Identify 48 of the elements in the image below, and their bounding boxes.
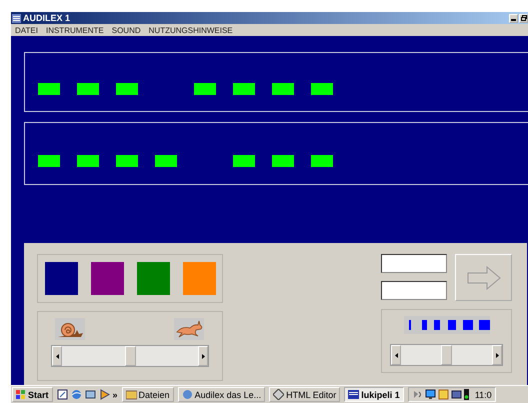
color-swatch[interactable] xyxy=(45,262,78,295)
taskbar-button[interactable]: lukipeli 1 xyxy=(344,387,404,402)
menu-item[interactable]: INSTRUMENTE xyxy=(46,26,104,34)
app-menu-icon[interactable] xyxy=(12,14,21,22)
scroll-left-button[interactable] xyxy=(52,346,62,366)
slider-thumb[interactable] xyxy=(441,345,452,365)
right-arrow-icon xyxy=(466,266,500,290)
answer-field[interactable] xyxy=(381,281,447,300)
color-swatch[interactable] xyxy=(183,262,216,295)
color-swatch[interactable] xyxy=(137,262,170,295)
more-button[interactable]: » xyxy=(112,390,118,400)
minimize-button[interactable] xyxy=(509,14,518,22)
menu-item[interactable]: NUTZUNGSHINWEISE xyxy=(148,26,233,34)
app-icon xyxy=(182,389,193,400)
speaker-icon[interactable] xyxy=(412,389,423,400)
color-swatch[interactable] xyxy=(91,262,124,295)
left-arrow-icon xyxy=(394,352,398,358)
browser-icon[interactable] xyxy=(70,389,82,400)
speed-slider[interactable] xyxy=(51,345,209,367)
answer-field[interactable] xyxy=(381,254,447,273)
app-icon xyxy=(273,389,284,400)
windows-logo-icon xyxy=(16,390,26,400)
taskbar-button[interactable]: Audilex das Le... xyxy=(178,387,266,402)
right-arrow-icon xyxy=(202,354,204,358)
monitor-icon[interactable] xyxy=(424,389,436,400)
app-icon xyxy=(126,389,137,400)
restore-icon xyxy=(520,15,526,21)
taskbar-button[interactable]: Dateien xyxy=(122,387,174,402)
length-slider[interactable] xyxy=(390,344,503,366)
scroll-right-button[interactable] xyxy=(198,346,208,366)
app-icon xyxy=(348,389,360,400)
clock: 11:0 xyxy=(474,390,492,400)
window-title: AUDILEX 1 xyxy=(23,13,72,23)
taskbar-button[interactable]: HTML Editor xyxy=(269,387,340,402)
right-arrow-icon xyxy=(496,352,498,358)
traffic-light-icon[interactable] xyxy=(464,389,469,400)
scroll-right-button[interactable] xyxy=(492,345,502,365)
menu-item[interactable]: DATEI xyxy=(15,26,38,34)
rabbit-icon xyxy=(174,318,204,340)
length-bars-icon xyxy=(404,316,490,334)
snail-icon xyxy=(55,318,85,340)
scroll-left-button[interactable] xyxy=(391,345,401,365)
media-player-icon[interactable] xyxy=(98,389,110,400)
slider-thumb[interactable] xyxy=(124,346,136,366)
menu-item[interactable]: SOUND xyxy=(112,26,141,34)
restore-button[interactable] xyxy=(519,14,528,22)
start-button[interactable]: Start xyxy=(12,387,53,402)
left-arrow-icon xyxy=(56,354,58,358)
